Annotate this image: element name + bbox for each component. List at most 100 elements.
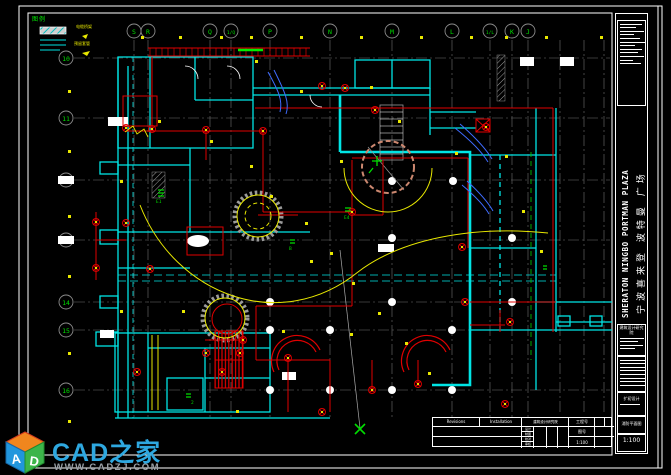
yellow-tick xyxy=(428,372,431,375)
walls-cyan xyxy=(96,57,612,418)
legend-arrow-icon xyxy=(82,51,90,56)
yellow-tick xyxy=(405,342,408,345)
grid-label: S xyxy=(132,28,136,36)
plan-annotation: B xyxy=(289,246,292,252)
legend: 图例 电缆桥架 预留套管 xyxy=(32,14,132,56)
revision-box xyxy=(617,20,646,106)
yellow-tick xyxy=(141,36,144,39)
stair-hatch xyxy=(215,331,243,388)
grid-label: 14 xyxy=(62,299,70,307)
grid-label: L xyxy=(450,28,454,36)
table-mini-cell xyxy=(533,426,547,448)
signature-box xyxy=(617,356,646,392)
device-symbol xyxy=(134,369,141,376)
plan-annotation: E1 xyxy=(156,199,162,205)
grid-label: 1/Q xyxy=(227,30,235,36)
yellow-tick xyxy=(300,90,303,93)
grid-label: Q xyxy=(208,28,212,36)
drawing-name-box: 消防平面图 xyxy=(617,416,646,434)
yellow-tick xyxy=(600,36,603,39)
yellow-tick xyxy=(220,36,223,39)
legend-title: 图例 xyxy=(32,14,132,23)
table-center-header: 建筑设计研究院 xyxy=(521,418,569,426)
yellow-tick xyxy=(305,222,308,225)
legend-swatch-tray xyxy=(40,27,66,34)
yellow-tick xyxy=(120,310,123,313)
yellow-tick xyxy=(68,352,71,355)
yellow-tick xyxy=(210,140,213,143)
device-symbol xyxy=(203,350,210,357)
title-strip: SHERATON NINGBO PORTMAN PLAZA 宁波喜来登 波特曼 … xyxy=(615,13,648,454)
yellow-tick xyxy=(505,155,508,158)
grid-label: R xyxy=(146,28,150,36)
plan-annotation: 2 xyxy=(191,400,194,406)
table-cell xyxy=(433,436,521,448)
scale-value: 1:100 xyxy=(618,438,645,443)
cad-drawing-canvas[interactable]: S R Q 1/Q P N M L 1/L K J 10 11 12 13 14… xyxy=(0,0,671,475)
yellow-tick xyxy=(68,420,71,423)
yellow-tick xyxy=(370,86,373,89)
cad-sheet: S R Q 1/Q P N M L 1/L K J 10 11 12 13 14… xyxy=(0,0,671,475)
yellow-tick xyxy=(505,36,508,39)
firewall-band xyxy=(148,48,310,56)
wiring-red xyxy=(96,48,556,412)
cube-letter-d: D xyxy=(29,453,40,469)
drawing-name: 消防平面图 xyxy=(618,421,645,426)
yellow-tick xyxy=(310,260,313,263)
project-name-en: SHERATON NINGBO PORTMAN PLAZA xyxy=(621,170,630,318)
table-header-cell: Installation xyxy=(479,418,522,426)
legend-arrow-icon xyxy=(82,34,88,39)
yellow-tick xyxy=(330,252,333,255)
yellow-tick xyxy=(378,312,381,315)
grid-label: J xyxy=(526,28,530,36)
yellow-tick xyxy=(522,210,525,213)
yellow-tick xyxy=(455,152,458,155)
entrance-arcs xyxy=(272,336,450,372)
yellow-tick xyxy=(68,90,71,93)
grid-label: 16 xyxy=(62,387,70,395)
project-name-box: SHERATON NINGBO PORTMAN PLAZA 宁波喜来登 波特曼 … xyxy=(617,106,646,322)
fire-devices xyxy=(93,83,514,416)
table-header-cell: Revisions xyxy=(433,418,479,426)
stage-label: 扩初设计 xyxy=(618,396,645,401)
yellow-tick xyxy=(68,215,71,218)
bottom-title-table: Revisions Installation 建筑设计研究院 设计 制图 校对 … xyxy=(432,417,612,447)
table-cell xyxy=(604,418,614,426)
white-details xyxy=(58,57,574,428)
plan-annotation: E4 xyxy=(344,215,350,221)
legend-item: 预留套管 xyxy=(74,41,90,47)
site-url[interactable]: WWW.CADZJ.COM xyxy=(54,462,160,473)
table-cell xyxy=(594,436,614,448)
yellow-tick xyxy=(182,310,185,313)
table-right-header: 工程号 xyxy=(568,418,595,426)
watermark-logo[interactable]: A D CAD之家 WWW.CADZJ.COM xyxy=(4,431,194,475)
yellow-tick xyxy=(68,275,71,278)
grid-label: 11 xyxy=(62,115,70,123)
yellow-tick xyxy=(270,195,273,198)
grid-label: K xyxy=(510,28,514,36)
yellow-tick xyxy=(540,250,543,253)
yellow-tick xyxy=(360,36,363,39)
yellow-tick xyxy=(236,410,239,413)
column-grid xyxy=(74,40,610,420)
institute-name: 建筑设计研究院 xyxy=(618,325,645,335)
grid-label: M xyxy=(390,28,394,36)
grid-bubbles: S R Q 1/Q P N M L 1/L K J 10 11 12 13 14… xyxy=(59,24,535,397)
grid-label: N xyxy=(328,28,332,36)
cad-cube-icon: A D xyxy=(4,431,48,475)
yellow-tick xyxy=(68,150,71,153)
institute-box: 建筑设计研究院 xyxy=(617,324,646,356)
yellow-tick xyxy=(179,36,182,39)
device-symbol xyxy=(502,401,509,408)
device-symbol xyxy=(319,409,326,416)
grid-label: 15 xyxy=(62,327,70,335)
yellow-tick xyxy=(545,36,548,39)
table-scale-cell: 1:100 xyxy=(568,436,595,448)
yellow-tick xyxy=(352,282,355,285)
yellow-tick xyxy=(120,180,123,183)
yellow-tick xyxy=(282,330,285,333)
scale-box: 1:100 xyxy=(617,434,646,452)
yellow-tick xyxy=(398,120,401,123)
yellow-tick xyxy=(350,333,353,336)
project-name-cn: 宁波喜来登 波特曼 广场 xyxy=(634,170,646,314)
